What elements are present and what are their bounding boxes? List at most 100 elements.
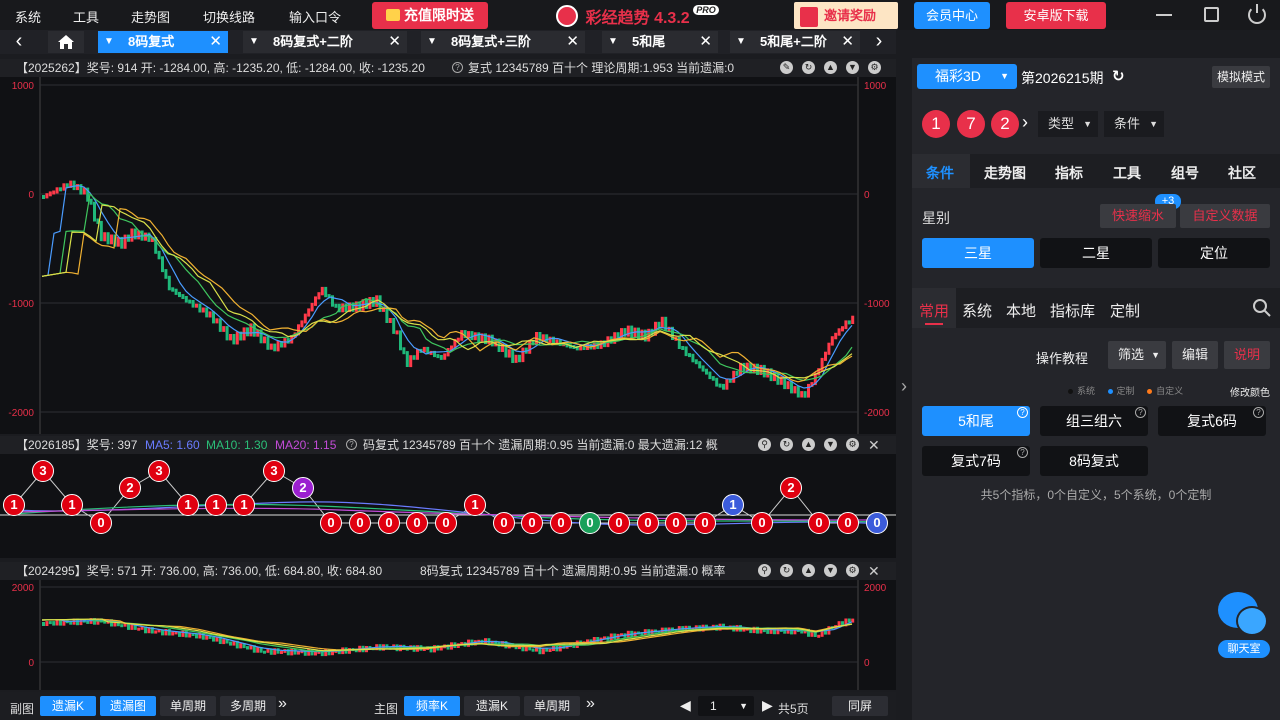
three-star-button[interactable]: 三星: [922, 238, 1034, 268]
next-page-icon[interactable]: ▶: [762, 697, 773, 714]
omission-ball-chart[interactable]: 1310231113200000100000000102000: [0, 454, 896, 558]
close-tab-icon[interactable]: ✕: [841, 31, 854, 53]
tab-4[interactable]: ▼ 5和尾 ✕: [602, 31, 718, 53]
sub-omission-chart-button[interactable]: 遗漏图: [100, 696, 156, 716]
tab-scroll-right-icon[interactable]: ›: [866, 30, 892, 54]
subtab-local[interactable]: 本地: [1006, 300, 1036, 321]
minimize-icon[interactable]: [1156, 14, 1172, 16]
edit-button[interactable]: 编辑: [1172, 341, 1218, 369]
edit-icon[interactable]: ✎: [780, 61, 793, 74]
settings-icon[interactable]: ⚙: [868, 61, 881, 74]
tab-community[interactable]: 社区: [1228, 163, 1256, 183]
tab-group[interactable]: 组号: [1171, 163, 1199, 183]
main-more-icon[interactable]: »: [586, 695, 595, 713]
tab-condition[interactable]: 条件: [926, 163, 954, 183]
close-tab-icon[interactable]: ✕: [566, 31, 579, 53]
sub-omission-k-button[interactable]: 遗漏K: [40, 696, 96, 716]
tab-1[interactable]: ▼ 8码复式 ✕: [98, 31, 228, 53]
collapse-panel-icon[interactable]: ›: [896, 376, 912, 400]
promo-button[interactable]: 充值限时送: [372, 2, 488, 29]
sim-mode-button[interactable]: 模拟模式: [1212, 66, 1270, 88]
power-icon[interactable]: [1248, 4, 1266, 24]
tab-trend[interactable]: 走势图: [984, 163, 1026, 183]
close-icon[interactable]: ✕: [868, 436, 880, 454]
type-select[interactable]: 类型 ▼: [1038, 111, 1098, 137]
move-up-icon[interactable]: ▲: [802, 438, 815, 451]
help-icon[interactable]: ?: [1017, 447, 1028, 458]
tutorial-link[interactable]: 操作教程: [1036, 348, 1088, 367]
search-icon[interactable]: [1252, 298, 1272, 318]
refresh-icon[interactable]: ↻: [780, 564, 793, 577]
main-omission-k-button[interactable]: 遗漏K: [464, 696, 520, 716]
maximize-icon[interactable]: [1204, 7, 1219, 22]
main-k-chart[interactable]: 1000 1000 0 0 -1000 -1000 -2000 -2000: [0, 77, 896, 434]
chat-room-button[interactable]: 聊天室: [1218, 640, 1270, 658]
subtab-system[interactable]: 系统: [962, 300, 992, 321]
indicator-compound6[interactable]: 复式6码?: [1158, 406, 1266, 436]
member-center-button[interactable]: 会员中心: [914, 2, 990, 29]
tab-tools[interactable]: 工具: [1113, 163, 1141, 183]
menu-system[interactable]: 系统: [15, 7, 41, 26]
move-up-icon[interactable]: ▲: [824, 61, 837, 74]
move-down-icon[interactable]: ▼: [824, 438, 837, 451]
settings-icon[interactable]: ⚙: [846, 564, 859, 577]
tab-2[interactable]: ▼ 8码复式+二阶 ✕: [243, 31, 407, 53]
page-select[interactable]: 1 ▼: [698, 696, 754, 716]
sub-single-period-button[interactable]: 单周期: [160, 696, 216, 716]
menu-tools[interactable]: 工具: [73, 7, 99, 26]
indicator-compound7[interactable]: 复式7码?: [922, 446, 1030, 476]
lottery-select[interactable]: 福彩3D ▼: [917, 64, 1017, 89]
help-icon[interactable]: ?: [452, 62, 463, 73]
menu-switch-line[interactable]: 切换线路: [203, 7, 255, 26]
sync-screen-button[interactable]: 同屏: [832, 696, 888, 716]
refresh-period-icon[interactable]: ↻: [1112, 67, 1125, 85]
quick-shrink-button[interactable]: 快速缩水: [1100, 204, 1176, 228]
modify-color-link[interactable]: 修改颜色: [1230, 384, 1270, 399]
explain-button[interactable]: 说明: [1224, 341, 1270, 369]
android-download-button[interactable]: 安卓版下载: [1006, 2, 1106, 29]
move-down-icon[interactable]: ▼: [824, 564, 837, 577]
close-tab-icon[interactable]: ✕: [388, 31, 401, 53]
tab-indicator[interactable]: 指标: [1055, 163, 1083, 183]
subtab-indicator-lib[interactable]: 指标库: [1050, 300, 1095, 321]
main-frequency-k-button[interactable]: 频率K: [404, 696, 460, 716]
subtab-custom[interactable]: 定制: [1110, 300, 1140, 321]
move-down-icon[interactable]: ▼: [846, 61, 859, 74]
close-tab-icon[interactable]: ✕: [209, 31, 222, 53]
help-icon[interactable]: ?: [346, 439, 357, 450]
main-single-period-button[interactable]: 单周期: [524, 696, 580, 716]
help-icon[interactable]: ?: [1017, 407, 1028, 418]
move-up-icon[interactable]: ▲: [802, 564, 815, 577]
settings-icon[interactable]: ⚙: [846, 438, 859, 451]
pin-icon[interactable]: ⚲: [758, 564, 771, 577]
sub-more-icon[interactable]: »: [278, 695, 287, 713]
sub-multi-period-button[interactable]: 多周期: [220, 696, 276, 716]
position-button[interactable]: 定位: [1158, 238, 1270, 268]
close-icon[interactable]: ✕: [868, 562, 880, 580]
close-tab-icon[interactable]: ✕: [699, 31, 712, 53]
invite-button[interactable]: 邀请奖励: [794, 2, 898, 29]
custom-data-button[interactable]: 自定义数据: [1180, 204, 1270, 228]
menu-trend[interactable]: 走势图: [131, 7, 170, 26]
chat-room-icon[interactable]: [1218, 592, 1268, 638]
condition-select[interactable]: 条件 ▼: [1104, 111, 1164, 137]
indicator-5-sum-tail[interactable]: 5和尾?: [922, 406, 1030, 436]
help-icon[interactable]: ?: [1135, 407, 1146, 418]
filter-button[interactable]: 筛选 ▼: [1108, 341, 1166, 369]
indicator-group36[interactable]: 组三组六?: [1040, 406, 1148, 436]
refresh-icon[interactable]: ↻: [802, 61, 815, 74]
home-tab[interactable]: [48, 31, 84, 53]
pin-icon[interactable]: ⚲: [758, 438, 771, 451]
refresh-icon[interactable]: ↻: [780, 438, 793, 451]
sub-k-chart[interactable]: 2000 2000 0 0: [0, 580, 896, 690]
chevron-right-icon[interactable]: ›: [1022, 112, 1028, 133]
tab-scroll-left-icon[interactable]: ‹: [6, 30, 32, 54]
tab-3[interactable]: ▼ 8码复式+三阶 ✕: [421, 31, 585, 53]
indicator-compound8[interactable]: 8码复式: [1040, 446, 1148, 476]
two-star-button[interactable]: 二星: [1040, 238, 1152, 268]
help-icon[interactable]: ?: [1253, 407, 1264, 418]
subtab-common[interactable]: 常用: [919, 300, 949, 321]
tab-5[interactable]: ▼ 5和尾+二阶 ✕: [730, 31, 860, 53]
menu-input-code[interactable]: 输入口令: [289, 7, 341, 26]
prev-page-icon[interactable]: ◀: [680, 697, 691, 714]
